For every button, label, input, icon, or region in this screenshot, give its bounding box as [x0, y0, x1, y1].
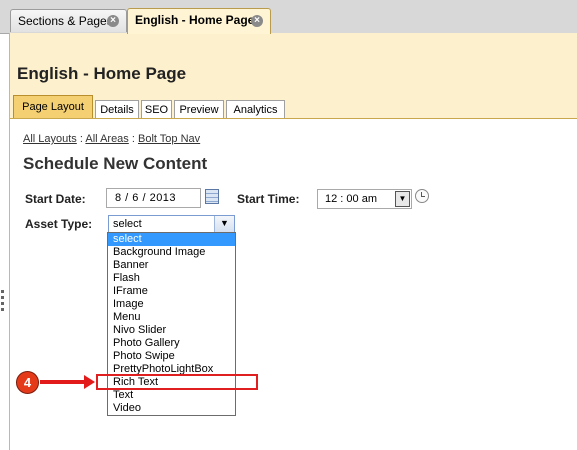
option-video[interactable]: Video	[108, 402, 235, 415]
option-photo-swipe[interactable]: Photo Swipe	[108, 350, 235, 363]
asset-type-value: select	[113, 218, 142, 230]
window-tab-label: English - Home Page	[135, 13, 255, 27]
start-time-label: Start Time:	[237, 192, 300, 206]
start-time-field[interactable]: 12 : 00 am ▼	[317, 189, 412, 209]
breadcrumb-separator: :	[79, 133, 83, 145]
breadcrumb-separator: :	[131, 133, 135, 145]
chevron-down-icon[interactable]: ▼	[395, 191, 410, 207]
breadcrumb-all-areas[interactable]: All Areas	[85, 133, 128, 145]
option-banner[interactable]: Banner	[108, 259, 235, 272]
page-header: English - Home Page Page Layout Details …	[10, 33, 577, 119]
tab-seo[interactable]: SEO	[141, 100, 172, 119]
option-nivo-slider[interactable]: Nivo Slider	[108, 324, 235, 337]
tab-page-layout[interactable]: Page Layout	[13, 95, 93, 119]
tab-preview[interactable]: Preview	[174, 100, 224, 119]
option-flash[interactable]: Flash	[108, 272, 235, 285]
window-tab-bar: Sections & Pages × English - Home Page ×	[0, 0, 577, 34]
asset-type-select[interactable]: select ▼	[108, 215, 235, 233]
breadcrumb-all-layouts[interactable]: All Layouts	[23, 133, 77, 145]
option-background-image[interactable]: Background Image	[108, 246, 235, 259]
option-text[interactable]: Text	[108, 389, 235, 402]
start-date-label: Start Date:	[25, 192, 86, 206]
option-image[interactable]: Image	[108, 298, 235, 311]
window-tab-label: Sections & Pages	[18, 14, 113, 28]
section-title: Schedule New Content	[23, 154, 208, 173]
page-title: English - Home Page	[17, 64, 187, 83]
option-photo-gallery[interactable]: Photo Gallery	[108, 337, 235, 350]
rich-text-highlight-box	[96, 374, 258, 390]
tab-details[interactable]: Details	[95, 100, 139, 119]
arrow-right-icon	[40, 380, 85, 384]
asset-type-label: Asset Type:	[25, 217, 93, 231]
tab-divider	[10, 118, 577, 119]
step-number-badge: 4	[16, 371, 39, 394]
window-tab-sections-pages[interactable]: Sections & Pages ×	[10, 9, 127, 32]
option-iframe[interactable]: IFrame	[108, 285, 235, 298]
window-tab-home-page[interactable]: English - Home Page ×	[127, 8, 271, 34]
main-panel: English - Home Page Page Layout Details …	[9, 33, 577, 450]
tab-analytics[interactable]: Analytics	[226, 100, 285, 119]
option-menu[interactable]: Menu	[108, 311, 235, 324]
start-time-value: 12 : 00 am	[325, 193, 377, 205]
breadcrumb: All Layouts : All Areas : Bolt Top Nav	[23, 133, 200, 145]
resize-grip-icon[interactable]	[0, 287, 6, 327]
close-icon[interactable]: ×	[107, 15, 119, 27]
option-select[interactable]: select	[108, 233, 235, 246]
close-icon[interactable]: ×	[251, 15, 263, 27]
arrow-head-icon	[84, 375, 95, 389]
start-date-field[interactable]: 8 / 6 / 2013	[106, 188, 201, 208]
calendar-icon[interactable]	[205, 189, 219, 204]
breadcrumb-bolt-top-nav[interactable]: Bolt Top Nav	[138, 133, 200, 145]
clock-icon[interactable]	[415, 189, 429, 203]
chevron-down-icon[interactable]: ▼	[214, 216, 234, 232]
